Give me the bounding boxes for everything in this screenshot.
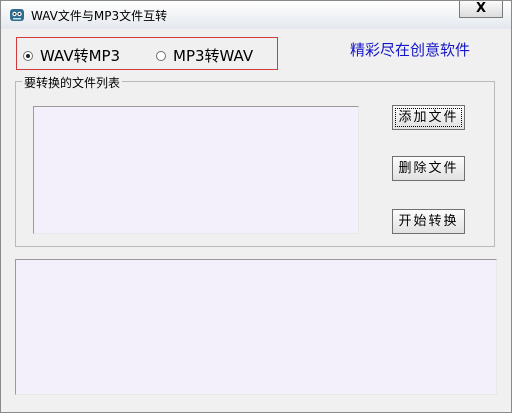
- file-list-group: 要转换的文件列表 添加文件 删除文件 开始转换: [15, 74, 495, 247]
- slogan-text: 精彩尽在创意软件: [350, 41, 471, 59]
- app-logo-icon: [9, 7, 25, 23]
- output-log-box[interactable]: [15, 259, 497, 395]
- start-convert-button[interactable]: 开始转换: [392, 209, 465, 234]
- app-window: WAV文件与MP3文件互转 X WAV转MP3 MP3转WAV 精彩尽在创意软件…: [0, 0, 512, 413]
- file-listbox[interactable]: [33, 106, 359, 234]
- window-title: WAV文件与MP3文件互转: [31, 9, 168, 23]
- radio-wav-to-mp3-label: WAV转MP3: [40, 47, 121, 65]
- close-button[interactable]: X: [459, 1, 503, 18]
- delete-file-button[interactable]: 删除文件: [392, 156, 465, 181]
- add-file-button[interactable]: 添加文件: [392, 105, 465, 130]
- title-bar[interactable]: WAV文件与MP3文件互转 X: [1, 1, 511, 29]
- conversion-mode-group: WAV转MP3 MP3转WAV: [16, 37, 278, 70]
- radio-wav-to-mp3[interactable]: WAV转MP3: [23, 45, 120, 66]
- radio-checked-icon[interactable]: [23, 50, 33, 61]
- radio-mp3-to-wav-label: MP3转WAV: [173, 47, 254, 65]
- radio-mp3-to-wav[interactable]: MP3转WAV: [156, 45, 253, 66]
- radio-unchecked-icon[interactable]: [156, 50, 166, 61]
- file-list-group-label: 要转换的文件列表: [22, 74, 123, 91]
